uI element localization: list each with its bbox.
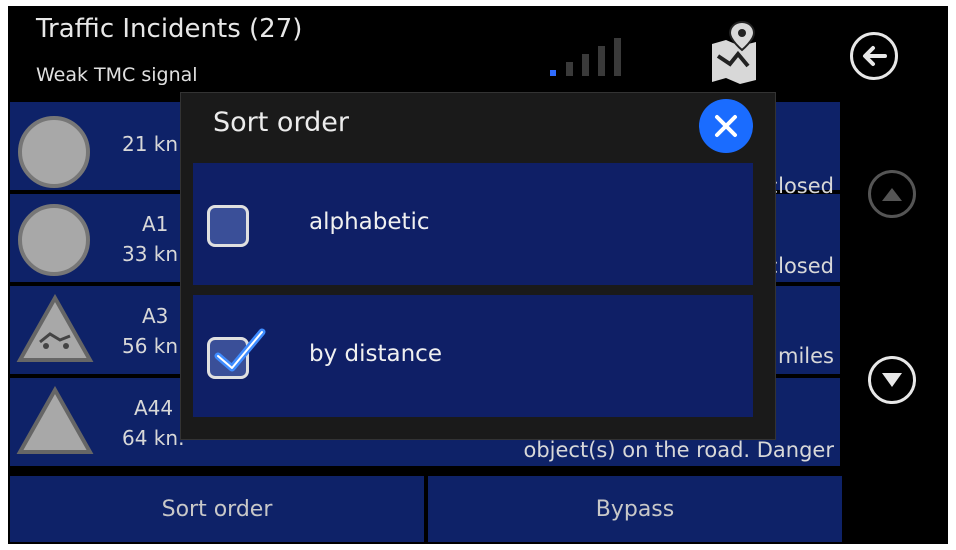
incident-distance: 56 kn [122, 334, 179, 358]
incident-distance: 33 kn [122, 242, 179, 266]
danger-warning-icon [16, 386, 94, 454]
incident-road: A44 [134, 396, 174, 420]
map-route-icon[interactable] [708, 20, 760, 84]
option-label: alphabetic [309, 209, 430, 235]
signal-status-text: Weak TMC signal [36, 64, 198, 86]
dialog-title: Sort order [213, 107, 349, 138]
sort-order-dialog: Sort order alphabetic by distance [180, 92, 776, 440]
incident-distance: 21 kn [122, 132, 179, 156]
incident-info: miles [778, 344, 834, 368]
road-closed-sign-icon [18, 204, 90, 276]
checkbox-icon[interactable] [207, 205, 249, 247]
option-by-distance[interactable]: by distance [193, 295, 753, 417]
scroll-up-button[interactable] [868, 170, 916, 218]
checkbox-checked-icon[interactable] [207, 328, 266, 379]
incident-road: A3 [142, 304, 169, 328]
incident-info: object(s) on the road. Danger [523, 438, 835, 462]
bypass-button[interactable]: Bypass [428, 476, 842, 542]
option-alphabetic[interactable]: alphabetic [193, 163, 753, 285]
incident-distance: 64 kn. [122, 426, 185, 450]
chevron-down-icon [882, 373, 902, 387]
chevron-up-icon [882, 188, 902, 201]
traffic-jam-warning-icon [16, 294, 94, 362]
checkmark-icon [214, 328, 266, 372]
back-button[interactable] [850, 32, 898, 80]
incident-info: closed [766, 254, 834, 278]
signal-strength-icon [550, 38, 621, 76]
sort-order-button[interactable]: Sort order [10, 476, 424, 542]
incident-info: closed [766, 174, 834, 198]
close-button[interactable] [699, 99, 753, 153]
option-label: by distance [309, 341, 442, 367]
scroll-down-button[interactable] [868, 356, 916, 404]
close-icon [715, 115, 737, 137]
incident-road: A1 [142, 212, 169, 236]
navigation-screen: Traffic Incidents (27) Weak TMC signal 2… [8, 6, 948, 544]
back-arrow-icon [863, 46, 887, 66]
page-title: Traffic Incidents (27) [36, 14, 303, 44]
road-closed-sign-icon [18, 116, 90, 188]
